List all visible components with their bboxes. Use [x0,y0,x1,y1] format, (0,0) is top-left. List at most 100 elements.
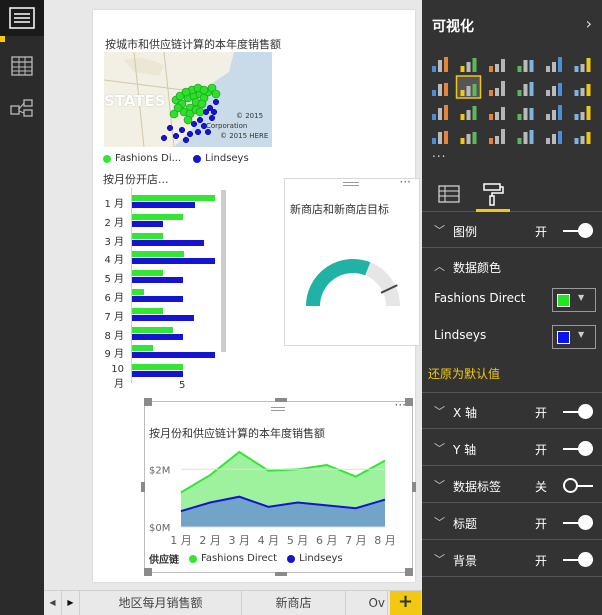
drag-handle-icon[interactable] [271,407,285,411]
collapse-chevron-icon[interactable]: › [586,14,592,33]
map-point-lindseys[interactable] [196,116,204,124]
map-point-fashions[interactable] [199,85,209,95]
scroll-left-button[interactable]: ◀ [44,591,62,615]
visual-type-line-icon[interactable] [432,83,448,96]
format-tab[interactable] [476,180,510,212]
section-1[interactable]: ﹀ Y 轴 开 [422,430,602,466]
restore-default-link[interactable]: 还原为默认值 [428,365,500,382]
bar-fashions[interactable] [132,232,163,239]
visual-type-clustered-bar-icon[interactable] [489,59,505,72]
resize-handle[interactable] [144,568,152,576]
visual-type-waterfall-icon[interactable] [546,83,562,96]
bar-fashions[interactable] [132,307,163,314]
visual-type-table-icon[interactable] [546,105,562,120]
visual-type-stacked-column-icon[interactable] [460,58,477,72]
section-3[interactable]: ﹀ 标题 开 [422,504,602,540]
gauge-value-arc[interactable] [306,259,371,307]
bar-fashions[interactable] [132,251,184,258]
report-view-button[interactable] [0,0,44,42]
visual-type-globe-icon[interactable] [574,132,591,144]
visual-type-map-icon[interactable] [517,108,534,120]
section-toggle[interactable] [563,441,593,456]
bar-lindseys[interactable] [132,239,204,246]
bar-fashions[interactable] [132,195,215,201]
bar-fashions[interactable] [132,270,163,277]
bar-lindseys[interactable] [132,371,183,378]
visual-type-stacked-bar-icon[interactable] [432,57,448,72]
map-point-lindseys[interactable] [194,128,202,136]
visual-type-donut-icon[interactable] [460,106,477,120]
bar-lindseys[interactable] [132,314,194,321]
map-point-lindseys[interactable] [190,120,198,128]
visual-type-filled-map-icon[interactable] [432,131,448,144]
section-4[interactable]: ﹀ 背景 开 [422,541,602,577]
map-point-lindseys[interactable] [182,136,190,144]
bar-lindseys[interactable] [132,352,215,359]
data-view-button[interactable] [0,48,44,84]
bar-fashions[interactable] [132,326,173,333]
visual-type-100-column-icon[interactable] [574,58,591,72]
resize-handle[interactable] [405,568,413,576]
section-0[interactable]: ﹀ X 轴 开 [422,393,602,429]
map-point-lindseys[interactable] [178,126,186,134]
resize-handle[interactable] [412,482,416,492]
legend-toggle[interactable] [563,223,593,238]
map-point-lindseys[interactable] [212,98,220,106]
map-point-lindseys[interactable] [210,108,218,116]
bar-fashions[interactable] [132,213,183,220]
resize-handle[interactable] [141,482,145,492]
bar-fashions[interactable] [132,345,153,352]
section-toggle[interactable] [563,515,593,530]
visual-type-pie-icon[interactable] [432,105,448,120]
resize-handle[interactable] [275,572,287,576]
tab-region-monthly-sales[interactable]: 地区每月销售额 [80,591,242,615]
bar-lindseys[interactable] [132,202,195,208]
section-toggle[interactable] [563,552,593,567]
tab-overview[interactable]: Ov [346,591,388,615]
more-options-icon[interactable]: ··· [400,175,411,189]
visual-type-line-column-icon[interactable] [489,81,505,96]
color-picker-lindseys[interactable]: ▼ [552,325,596,349]
add-page-button[interactable]: + [390,591,422,615]
resize-handle[interactable] [405,398,413,406]
map-point-lindseys[interactable] [186,130,194,138]
map-point-fashions[interactable] [169,109,179,119]
visual-type-slicer-icon[interactable] [546,131,562,144]
area-chart-visual[interactable]: ··· 按月份和供应链计算的本年度销售额 $2M $0M 1 月2 月3 月4 月5… [141,398,416,576]
visual-type-area-icon[interactable] [455,75,482,99]
bar-chart-scrollbar[interactable] [221,190,226,352]
section-legend[interactable]: ﹀ 图例 开 [422,212,602,248]
map-point-lindseys[interactable] [166,124,174,132]
model-view-button[interactable] [0,90,44,126]
scroll-right-button[interactable]: ▶ [62,591,80,615]
map-point-fashions[interactable] [211,89,221,99]
visual-type-100-bar-icon[interactable] [546,57,562,72]
visual-type-clustered-column-icon[interactable] [517,60,534,72]
bar-fashions[interactable] [132,364,183,371]
bar-fashions[interactable] [132,289,144,295]
section-toggle[interactable] [563,478,593,493]
map-point-fashions[interactable] [181,87,191,97]
visual-type-scatter-icon[interactable] [574,84,591,96]
section-data-colors[interactable]: ︿ 数据颜色 [422,248,602,284]
map-point-lindseys[interactable] [208,114,216,122]
section-2[interactable]: ﹀ 数据标签 关 [422,467,602,503]
color-picker-fashions[interactable]: ▼ [552,288,596,312]
map-point-lindseys[interactable] [204,128,212,136]
map-point-fashions[interactable] [197,99,207,109]
bar-lindseys[interactable] [132,333,183,340]
visual-type-ribbon-icon[interactable] [517,82,534,96]
tab-new-stores[interactable]: 新商店 [242,591,346,615]
bar-lindseys[interactable] [132,296,183,302]
map-point-fashions[interactable] [195,107,205,117]
map-point-fashions[interactable] [183,115,193,125]
resize-handle[interactable] [275,398,287,402]
map-point-lindseys[interactable] [172,132,180,140]
map-visual[interactable]: STATES © 2015 Corporation © 2015 HERE [104,52,272,147]
bar-chart-visual[interactable]: 1 月 2 月 3 月 4 月 5 月 6 月 7 月 8 月 9 月 10 月 5 [93,188,278,391]
more-visuals-icon[interactable]: ... [432,146,446,160]
section-toggle[interactable] [563,404,593,419]
resize-handle[interactable] [144,398,152,406]
visual-type-multi-row-card-icon[interactable] [517,130,534,144]
visual-type-treemap-icon[interactable] [489,107,505,120]
